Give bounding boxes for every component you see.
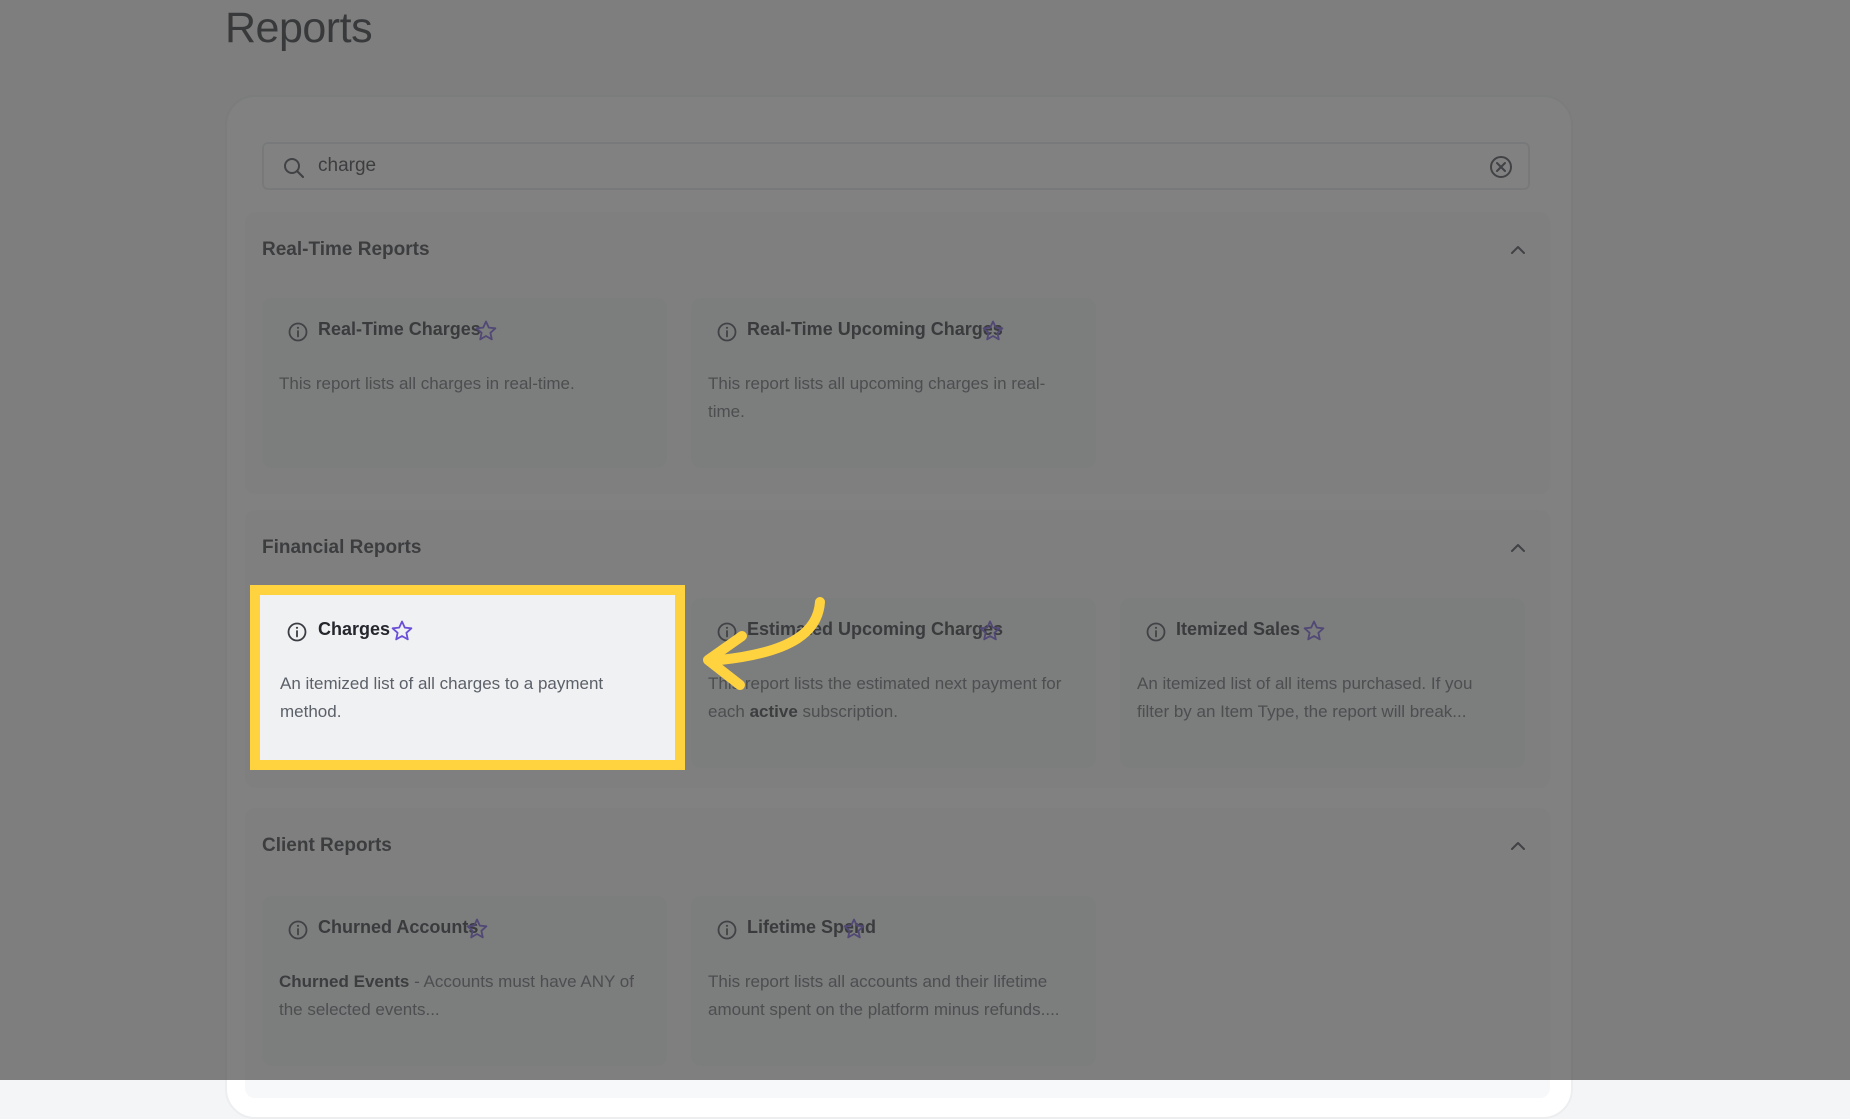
info-icon[interactable] <box>286 621 308 643</box>
section-title: Client Reports <box>262 835 392 856</box>
card-description: This report lists all accounts and their… <box>708 972 1060 1019</box>
search-input[interactable] <box>318 152 1458 180</box>
description-emphasis: Churned Events <box>279 972 410 991</box>
card-body[interactable]: Charges An itemized list of all charges … <box>260 595 675 760</box>
card-title: Real-Time Upcoming Charges <box>747 319 1003 339</box>
description-emphasis: active <box>749 702 798 721</box>
chevron-up-icon[interactable] <box>1506 238 1530 262</box>
star-outline-icon[interactable] <box>465 917 489 941</box>
card-title: Real-Time Charges <box>318 319 481 339</box>
search-bar[interactable] <box>262 142 1530 190</box>
star-outline-icon[interactable] <box>1302 619 1326 643</box>
chevron-up-icon[interactable] <box>1506 834 1530 858</box>
card-description: An itemized list of all items purchased.… <box>1137 674 1473 721</box>
section-title: Real-Time Reports <box>262 239 430 260</box>
report-card-itemized-sales[interactable]: Itemized Sales An itemized list of all i… <box>1120 598 1525 768</box>
clear-search-icon[interactable] <box>1488 154 1514 180</box>
section-title: Financial Reports <box>262 537 422 558</box>
card-title: Estimated Upcoming Charges <box>747 619 1004 639</box>
page-title: Reports <box>225 4 373 52</box>
card-description: An itemized list of all charges to a pay… <box>280 674 604 721</box>
info-icon[interactable] <box>287 321 309 343</box>
card-title: Charges <box>318 619 391 639</box>
star-outline-icon[interactable] <box>981 319 1005 343</box>
report-card-churned-accounts[interactable]: Churned Accounts Churned Events - Accoun… <box>262 896 667 1066</box>
info-icon[interactable] <box>1145 621 1167 643</box>
report-card-real-time-upcoming-charges[interactable]: Real-Time Upcoming Charges This report l… <box>691 298 1096 468</box>
star-outline-icon[interactable] <box>474 319 498 343</box>
report-card-lifetime-spend[interactable]: Lifetime Spend This report lists all acc… <box>691 896 1096 1066</box>
star-outline-icon[interactable] <box>978 619 1002 643</box>
search-icon <box>284 158 305 179</box>
star-outline-icon[interactable] <box>842 917 866 941</box>
info-icon[interactable] <box>716 919 738 941</box>
description-text: subscription. <box>797 702 898 721</box>
card-description: This report lists all charges in real-ti… <box>279 374 575 393</box>
star-outline-icon[interactable] <box>390 619 414 643</box>
card-description: This report lists the estimated next pay… <box>708 670 1080 726</box>
section-client-reports: Client Reports Churned Accounts Churned … <box>245 808 1550 1098</box>
info-icon[interactable] <box>716 321 738 343</box>
report-card-estimated-upcoming-charges[interactable]: Estimated Upcoming Charges This report l… <box>691 598 1096 768</box>
report-card-charges[interactable]: Charges An itemized list of all charges … <box>260 595 675 760</box>
info-icon[interactable] <box>287 919 309 941</box>
card-title: Itemized Sales <box>1176 619 1301 639</box>
report-card-real-time-charges[interactable]: Real-Time Charges This report lists all … <box>262 298 667 468</box>
card-description: This report lists all upcoming charges i… <box>708 374 1046 421</box>
info-icon[interactable] <box>716 621 738 643</box>
section-real-time-reports: Real-Time Reports Real-Time Charges This… <box>245 212 1550 494</box>
chevron-up-icon[interactable] <box>1506 536 1530 560</box>
card-title: Churned Accounts <box>318 917 479 937</box>
card-description: Churned Events - Accounts must have ANY … <box>279 968 651 1024</box>
